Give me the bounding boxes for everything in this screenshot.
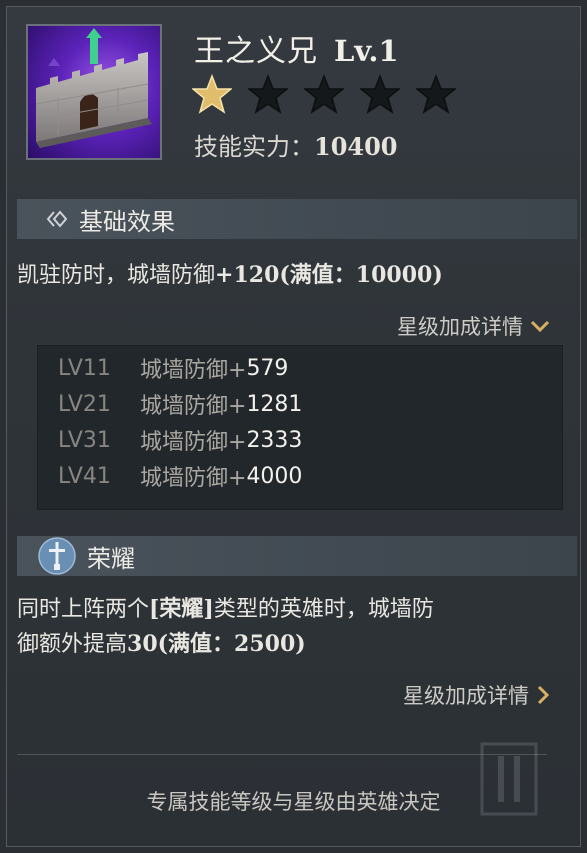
basic-effect-title: 基础效果 [79, 207, 175, 236]
glory-desc-line-1: 同时上阵两个[荣耀]类型的英雄时，城墙防 [17, 596, 434, 622]
bonus-value: 4000 [246, 463, 303, 489]
sword-emblem-icon [38, 537, 76, 575]
basic-effect-desc-value: +120 [215, 262, 280, 288]
bonus-label: 城墙防御+ [140, 466, 247, 491]
star-empty-icon [248, 74, 288, 114]
bonus-table-row: LV11 城墙防御+ 579 [58, 350, 562, 386]
bonus-label: 城墙防御+ [140, 430, 247, 455]
chevron-down-icon [530, 320, 550, 333]
chevron-right-icon [537, 685, 550, 705]
basic-effect-header: 基础效果 [17, 199, 577, 239]
basic-effect-star-detail-link[interactable]: 星级加成详情 [397, 311, 551, 341]
bonus-label: 城墙防御+ [140, 358, 247, 383]
star-empty-icon [360, 74, 400, 114]
bonus-value: 1281 [246, 391, 303, 417]
skill-level: Lv.1 [334, 34, 399, 68]
bonus-level-id: LV21 [58, 391, 111, 417]
basic-effect-desc-text: 凯驻防时，城墙防御 [17, 263, 216, 288]
glory-detail-label: 星级加成详情 [403, 684, 529, 708]
glory-header: 荣耀 [17, 536, 577, 576]
bonus-level-id: LV31 [58, 427, 111, 453]
bonus-value: 2333 [246, 427, 303, 453]
footer-note: 专属技能等级与星级由英雄决定 [146, 790, 441, 814]
glory-tag: [荣耀] [149, 596, 214, 622]
bonus-table-row: LV41 城墙防御+ 4000 [58, 458, 562, 494]
bonus-value: 579 [246, 355, 289, 381]
star-level-bonus-table: LV11 城墙防御+ 579 LV21 城墙防御+ 1281 LV31 城墙防御+ 2333 LV… [37, 345, 563, 510]
bonus-level-id: LV41 [58, 463, 111, 489]
bonus-level-id: LV11 [58, 355, 111, 381]
glory-desc-max: (满值：2500) [157, 631, 306, 657]
star-empty-icon [304, 74, 344, 114]
basic-effect-desc-max: (满值：10000) [279, 262, 443, 288]
star-empty-icon [416, 74, 456, 114]
skill-power-label: 技能实力： [194, 133, 314, 161]
diamond-link-icon [46, 210, 68, 228]
basic-effect-description: 凯驻防时，城墙防御+120(满值：10000) [17, 258, 443, 293]
skill-power: 技能实力：10400 [194, 127, 398, 162]
glory-star-detail-link[interactable]: 星级加成详情 [403, 680, 551, 710]
skill-title-row: 王之义兄 Lv.1 [194, 26, 399, 69]
skill-power-value: 10400 [314, 132, 398, 161]
footer-divider [17, 754, 547, 755]
glory-title: 荣耀 [87, 544, 135, 573]
skill-name: 王之义兄 [194, 34, 318, 69]
glory-description: 同时上阵两个[荣耀]类型的英雄时，城墙防 御额外提高30(满值：2500) [17, 592, 434, 662]
bonus-table-row: LV21 城墙防御+ 1281 [58, 386, 562, 422]
skill-icon [26, 24, 162, 160]
glory-desc-value: 30 [127, 631, 158, 657]
glory-desc-line-2: 御额外提高30(满值：2500) [17, 631, 306, 657]
basic-effect-detail-label: 星级加成详情 [397, 315, 523, 339]
bonus-label: 城墙防御+ [140, 394, 247, 419]
castle-wall-icon [35, 28, 152, 148]
star-filled-icon [192, 74, 232, 114]
bonus-table-row: LV31 城墙防御+ 2333 [58, 422, 562, 458]
star-rating [192, 74, 456, 114]
